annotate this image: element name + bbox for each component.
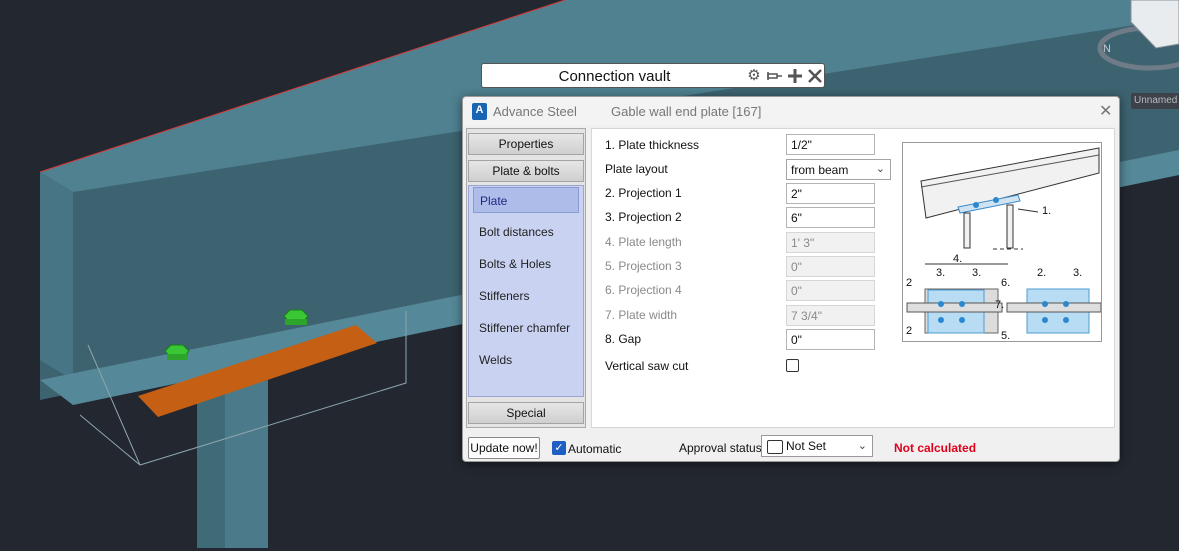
wire-edge	[79, 414, 141, 466]
dialog-titlebar[interactable]: A Advance Steel Gable wall end plate [16…	[463, 97, 1119, 125]
column-face	[225, 380, 268, 548]
plate-width-label: 7. Plate width	[605, 308, 678, 322]
dialog-close-icon[interactable]: ✕	[1099, 101, 1112, 121]
plate-length-input: 1' 3"	[786, 232, 875, 253]
diagram-label: 2	[906, 277, 912, 289]
bolt-2	[283, 309, 309, 325]
projection-3-input: 0"	[786, 256, 875, 277]
category-properties[interactable]: Properties	[468, 133, 584, 155]
calculation-status: Not calculated	[894, 441, 977, 455]
gable-wall-end-plate-dialog: A Advance Steel Gable wall end plate [16…	[462, 96, 1120, 462]
subitem-plate[interactable]: Plate	[473, 187, 579, 213]
chevron-down-icon: ⌄	[875, 163, 885, 175]
move-icon[interactable]	[786, 67, 804, 85]
plate-width-input: 7 3/4"	[786, 305, 875, 326]
gap-input[interactable]: 0"	[786, 329, 875, 350]
projection-3-label: 5. Projection 3	[605, 259, 682, 273]
plate-thickness-input[interactable]: 1/2"	[786, 134, 875, 155]
subcategory-list: Plate Bolt distances Bolts & Holes Stiff…	[468, 185, 584, 397]
dialog-title: Gable wall end plate [167]	[611, 104, 762, 119]
subitem-stiffener-chamfer[interactable]: Stiffener chamfer	[473, 315, 579, 341]
projection-1-label: 2. Projection 1	[605, 186, 682, 200]
close-icon[interactable]	[806, 67, 824, 85]
vertical-saw-cut-label: Vertical saw cut	[605, 359, 689, 373]
plate-thickness-label: 1. Plate thickness	[605, 138, 700, 152]
app-name: Advance Steel	[493, 104, 577, 119]
automatic-label: Automatic	[568, 442, 622, 456]
plate-layout-value: from beam	[791, 163, 849, 177]
plate-layout-label: Plate layout	[605, 162, 668, 176]
diagram-label: 1.	[1042, 205, 1051, 217]
subitem-welds[interactable]: Welds	[473, 347, 579, 373]
diagram-label: 7.	[995, 299, 1004, 311]
category-special[interactable]: Special	[468, 402, 584, 424]
gap-label: 8. Gap	[605, 332, 642, 346]
diagram-label: 4.	[953, 253, 962, 265]
parameter-form: 1. Plate thickness 1/2" Plate layout fro…	[591, 128, 1115, 428]
projection-2-label: 3. Projection 2	[605, 210, 682, 224]
automatic-checkbox[interactable]: ✓	[552, 441, 566, 455]
subitem-stiffeners[interactable]: Stiffeners	[473, 283, 579, 309]
plate-layout-select[interactable]: from beam ⌄	[786, 159, 891, 180]
approval-status-value: Not Set	[786, 439, 827, 453]
projection-4-input: 0"	[786, 280, 875, 301]
subitem-bolts-holes[interactable]: Bolts & Holes	[473, 251, 579, 277]
projection-1-input[interactable]: 2"	[786, 183, 875, 204]
advance-steel-logo: A	[472, 103, 487, 120]
plate-length-label: 4. Plate length	[605, 235, 682, 249]
diagram-label: 2.	[1037, 267, 1046, 279]
diagram-drawing: 1. 4. 2 3. 3. 6. 2. 3. 7. 2 5.	[906, 147, 1102, 342]
projection-2-input[interactable]: 6"	[786, 207, 875, 228]
connection-vault-toolbar: Connection vault ⚙	[481, 63, 825, 88]
dialog-bottom-bar: Update now! ✓ Automatic Approval status …	[463, 431, 1119, 461]
diagram-label: 3.	[936, 267, 945, 279]
vertical-saw-cut-checkbox[interactable]	[786, 359, 799, 372]
connection-diagram: 1. 4. 2 3. 3. 6. 2. 3. 7. 2 5.	[902, 142, 1102, 342]
connection-vault-title: Connection vault	[558, 68, 671, 85]
category-plate-bolts[interactable]: Plate & bolts	[468, 160, 584, 182]
category-panel: Properties Plate & bolts Plate Bolt dist…	[466, 128, 586, 428]
diagram-label: 5.	[1001, 330, 1010, 341]
svg-text:N: N	[1103, 43, 1111, 55]
named-view-tab[interactable]: Unnamed	[1131, 93, 1179, 109]
chevron-down-icon: ⌄	[857, 440, 867, 452]
projection-4-label: 6. Projection 4	[605, 283, 682, 297]
diagram-label: 2	[906, 325, 912, 337]
bolt-1	[164, 344, 190, 360]
approval-status-select[interactable]: Not Set ⌄	[761, 435, 873, 457]
beam-end-face	[40, 172, 73, 380]
subitem-bolt-distances[interactable]: Bolt distances	[473, 219, 579, 245]
update-now-button[interactable]: Update now!	[468, 437, 540, 459]
diagram-label: 3.	[1073, 267, 1082, 279]
gear-icon[interactable]: ⚙	[745, 67, 763, 85]
diagram-label: 6.	[1001, 277, 1010, 289]
pin-icon[interactable]	[766, 67, 784, 85]
approval-status-label: Approval status	[679, 441, 762, 455]
diagram-label: 3.	[972, 267, 981, 279]
status-color-swatch	[767, 440, 783, 454]
